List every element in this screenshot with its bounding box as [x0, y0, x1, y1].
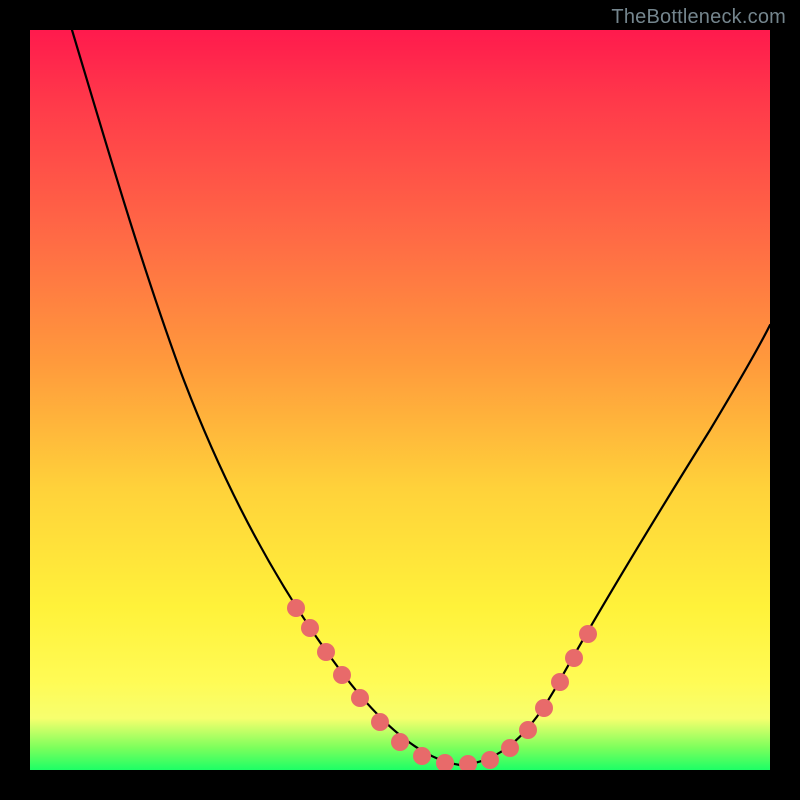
dot: [565, 649, 583, 667]
dot: [317, 643, 335, 661]
dot: [579, 625, 597, 643]
right-curve: [460, 325, 770, 765]
dot: [459, 755, 477, 770]
dot: [333, 666, 351, 684]
watermark-text: TheBottleneck.com: [611, 6, 786, 29]
dot: [551, 673, 569, 691]
left-curve: [72, 30, 460, 765]
dot: [436, 754, 454, 770]
dot: [301, 619, 319, 637]
dot: [351, 689, 369, 707]
chart-frame: [30, 30, 770, 770]
dot: [391, 733, 409, 751]
chart-svg: [30, 30, 770, 770]
salmon-dots-group: [287, 599, 597, 770]
dot: [535, 699, 553, 717]
dot: [519, 721, 537, 739]
dot: [481, 751, 499, 769]
dot: [501, 739, 519, 757]
dot: [287, 599, 305, 617]
dot: [371, 713, 389, 731]
dot: [413, 747, 431, 765]
